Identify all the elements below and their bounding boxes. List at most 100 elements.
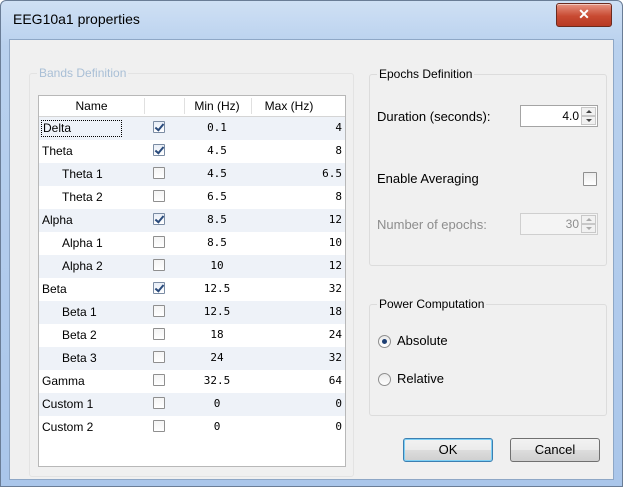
enable-averaging-checkbox[interactable] — [583, 172, 597, 186]
band-enabled-checkbox[interactable] — [153, 259, 165, 271]
band-min-cell[interactable]: 12.5 — [187, 282, 247, 295]
band-enabled-checkbox[interactable] — [153, 144, 165, 156]
table-row[interactable]: Gamma 32.5 64 — [39, 370, 345, 393]
band-name: Theta — [42, 144, 73, 158]
column-divider[interactable] — [184, 98, 185, 114]
band-enabled-checkbox[interactable] — [153, 213, 165, 225]
spin-down-icon[interactable] — [581, 116, 596, 125]
band-enabled-checkbox[interactable] — [153, 167, 165, 179]
band-max-cell[interactable]: 8 — [335, 144, 342, 157]
band-enabled-checkbox[interactable] — [153, 351, 165, 363]
table-row[interactable]: Custom 2 0 0 — [39, 416, 345, 439]
column-header-name[interactable]: Name — [39, 99, 144, 113]
table-header: Name Min (Hz) Max (Hz) — [39, 96, 345, 117]
column-header-max[interactable]: Max (Hz) — [257, 99, 321, 113]
table-row[interactable]: Delta 0.1 4 — [39, 117, 345, 140]
band-name-cell[interactable]: Alpha 2 — [62, 259, 103, 273]
band-min-cell[interactable]: 4.5 — [187, 144, 247, 157]
band-name-cell[interactable]: Gamma — [42, 374, 85, 388]
band-enabled-checkbox[interactable] — [153, 305, 165, 317]
band-enabled-checkbox[interactable] — [153, 374, 165, 386]
table-row[interactable]: Custom 1 0 0 — [39, 393, 345, 416]
band-name-cell[interactable]: Delta — [40, 120, 123, 137]
cancel-button[interactable]: Cancel — [510, 438, 600, 462]
relative-radio[interactable] — [378, 373, 391, 386]
band-name-cell[interactable]: Beta 2 — [62, 328, 97, 342]
band-min-cell[interactable]: 8.5 — [187, 236, 247, 249]
band-name-cell[interactable]: Theta — [42, 144, 73, 158]
band-min-cell[interactable]: 0 — [187, 397, 247, 410]
table-row[interactable]: Alpha 1 8.5 10 — [39, 232, 345, 255]
band-max-cell[interactable]: 18 — [329, 305, 342, 318]
band-min-cell[interactable]: 0 — [187, 420, 247, 433]
band-max-cell[interactable]: 0 — [335, 420, 342, 433]
band-enabled-checkbox[interactable] — [153, 397, 165, 409]
absolute-radio[interactable] — [378, 335, 391, 348]
table-row[interactable]: Theta 1 4.5 6.5 — [39, 163, 345, 186]
table-row[interactable]: Beta 12.5 32 — [39, 278, 345, 301]
band-max-cell[interactable]: 32 — [329, 351, 342, 364]
table-row[interactable]: Beta 1 12.5 18 — [39, 301, 345, 324]
band-name-cell[interactable]: Theta 1 — [62, 167, 103, 181]
band-max-cell[interactable]: 64 — [329, 374, 342, 387]
band-min-cell[interactable]: 6.5 — [187, 190, 247, 203]
duration-value[interactable]: 4.0 — [562, 109, 579, 123]
table-row[interactable]: Theta 4.5 8 — [39, 140, 345, 163]
band-name-cell[interactable]: Alpha 1 — [62, 236, 103, 250]
band-enabled-checkbox[interactable] — [153, 236, 165, 248]
band-name-cell[interactable]: Custom 1 — [42, 397, 93, 411]
ok-button[interactable]: OK — [403, 438, 493, 462]
band-max-cell[interactable]: 8 — [335, 190, 342, 203]
spin-up-icon[interactable] — [581, 215, 596, 224]
band-max-cell[interactable]: 12 — [329, 213, 342, 226]
band-name: Custom 2 — [42, 420, 94, 434]
band-enabled-checkbox[interactable] — [153, 282, 165, 294]
band-min-cell[interactable]: 32.5 — [187, 374, 247, 387]
band-name-cell[interactable]: Beta 3 — [62, 351, 97, 365]
band-max-cell[interactable]: 4 — [335, 121, 342, 134]
band-enabled-checkbox[interactable] — [153, 121, 165, 133]
band-min-cell[interactable]: 10 — [187, 259, 247, 272]
number-of-epochs-spinbox[interactable]: 30 — [520, 213, 598, 235]
title-bar[interactable]: EEG10a1 properties ✕ — [1, 1, 622, 37]
band-name-cell[interactable]: Theta 2 — [62, 190, 103, 204]
band-min-cell[interactable]: 12.5 — [187, 305, 247, 318]
band-min-cell[interactable]: 24 — [187, 351, 247, 364]
band-enabled-checkbox[interactable] — [153, 328, 165, 340]
band-max-cell[interactable]: 24 — [329, 328, 342, 341]
band-name-cell[interactable]: Custom 2 — [42, 420, 93, 434]
band-min-cell[interactable]: 18 — [187, 328, 247, 341]
band-max-cell[interactable]: 12 — [329, 259, 342, 272]
table-row[interactable]: Beta 3 24 32 — [39, 347, 345, 370]
relative-label[interactable]: Relative — [397, 371, 444, 386]
band-name: Alpha 2 — [62, 259, 103, 273]
column-header-min[interactable]: Min (Hz) — [187, 99, 247, 113]
band-max-cell[interactable]: 32 — [329, 282, 342, 295]
spin-up-icon[interactable] — [581, 107, 596, 116]
absolute-label[interactable]: Absolute — [397, 333, 448, 348]
band-min-cell[interactable]: 4.5 — [187, 167, 247, 180]
table-row[interactable]: Beta 2 18 24 — [39, 324, 345, 347]
band-name: Alpha — [42, 213, 73, 227]
band-min-cell[interactable]: 0.1 — [187, 121, 247, 134]
band-max-cell[interactable]: 10 — [329, 236, 342, 249]
column-divider[interactable] — [251, 98, 252, 114]
band-name-cell[interactable]: Alpha — [42, 213, 73, 227]
column-divider[interactable] — [144, 98, 145, 114]
number-of-epochs-value[interactable]: 30 — [566, 217, 579, 231]
close-button[interactable]: ✕ — [556, 3, 612, 27]
band-min-cell[interactable]: 8.5 — [187, 213, 247, 226]
number-of-epochs-label: Number of epochs: — [377, 217, 487, 232]
band-name-cell[interactable]: Beta 1 — [62, 305, 97, 319]
table-row[interactable]: Alpha 8.5 12 — [39, 209, 345, 232]
band-enabled-checkbox[interactable] — [153, 420, 165, 432]
band-max-cell[interactable]: 6.5 — [322, 167, 342, 180]
spin-down-icon[interactable] — [581, 224, 596, 233]
band-max-cell[interactable]: 0 — [335, 397, 342, 410]
band-name: Custom 1 — [42, 397, 94, 411]
band-enabled-checkbox[interactable] — [153, 190, 165, 202]
band-name-cell[interactable]: Beta — [42, 282, 67, 296]
table-row[interactable]: Theta 2 6.5 8 — [39, 186, 345, 209]
duration-spinbox[interactable]: 4.0 — [520, 105, 598, 127]
table-row[interactable]: Alpha 2 10 12 — [39, 255, 345, 278]
